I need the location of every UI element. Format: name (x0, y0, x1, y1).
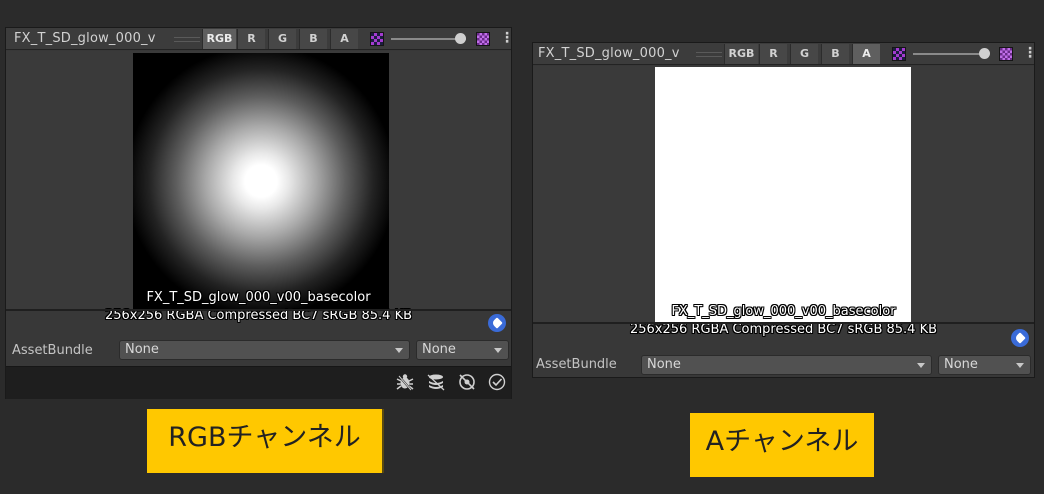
assetbundle-label: AssetBundle (12, 343, 93, 358)
bug-icon[interactable] (395, 372, 415, 392)
channel-r-button[interactable]: R (237, 29, 265, 49)
check-circle-icon[interactable] (487, 372, 507, 392)
preview-divider[interactable] (533, 322, 1034, 324)
channel-a-button[interactable]: A (852, 44, 880, 64)
assetbundle-variant-dropdown[interactable]: None (938, 355, 1031, 375)
assetbundle-label: AssetBundle (536, 357, 617, 372)
layers-icon[interactable] (426, 372, 446, 392)
preview-toolbar: FX_T_SD_glow_000_v RGB R G B A ⋮ (6, 28, 514, 50)
texture-preview-area: FX_T_SD_glow_000_v00_basecolor 256x256 R… (6, 51, 511, 323)
texture-name-label: FX_T_SD_glow_000_v00_basecolor (146, 290, 371, 305)
variant-dropdown-value: None (422, 342, 456, 357)
texture-preview-area: FX_T_SD_glow_000_v00_basecolor 256x256 R… (533, 66, 1034, 337)
drag-grip-icon[interactable] (696, 52, 722, 57)
texture-preview-panel-alpha: FX_T_SD_glow_000_v RGB R G B A ⋮ FX_T_SD… (532, 42, 1037, 378)
mip-slider-knob[interactable] (455, 33, 466, 44)
preview-title: FX_T_SD_glow_000_v (14, 31, 156, 46)
preview-divider[interactable] (6, 309, 511, 311)
mip-large-checker-icon[interactable] (476, 32, 490, 46)
channel-g-button[interactable]: G (268, 29, 296, 49)
dropdown-arrow-icon (494, 348, 502, 353)
preview-title: FX_T_SD_glow_000_v (538, 46, 680, 61)
mip-small-checker-icon[interactable] (370, 32, 384, 46)
channel-rgb-button[interactable]: RGB (724, 44, 758, 64)
status-footer (6, 366, 511, 399)
dropdown-arrow-icon (1016, 363, 1024, 368)
label-tag-icon[interactable] (488, 314, 506, 332)
assetbundle-variant-dropdown[interactable]: None (416, 340, 509, 360)
dropdown-arrow-icon (395, 348, 403, 353)
variant-dropdown-value: None (944, 357, 978, 372)
assetbundle-dropdown[interactable]: None (641, 355, 932, 375)
texture-image-alpha (655, 67, 911, 323)
channel-g-button[interactable]: G (790, 44, 818, 64)
mip-large-checker-icon[interactable] (999, 47, 1013, 61)
preview-toolbar: FX_T_SD_glow_000_v RGB R G B A ⋮ (533, 43, 1037, 65)
channel-b-button[interactable]: B (299, 29, 327, 49)
texture-image-glow (133, 53, 389, 309)
caption-rgb-channel: RGBチャンネル (147, 409, 384, 473)
texture-info-label: 256x256 RGBA Compressed BC7 sRGB 85.4 KB (629, 322, 938, 337)
assetbundle-dropdown[interactable]: None (119, 340, 410, 360)
channel-rgb-button[interactable]: RGB (202, 29, 236, 49)
caption-a-channel: Aチャンネル (690, 413, 874, 477)
more-menu-icon[interactable]: ⋮ (500, 30, 514, 46)
channel-a-button[interactable]: A (330, 29, 358, 49)
label-tag-icon[interactable] (1011, 329, 1029, 347)
texture-name-label: FX_T_SD_glow_000_v00_basecolor (671, 304, 896, 319)
mip-small-checker-icon[interactable] (892, 47, 906, 61)
channel-r-button[interactable]: R (759, 44, 787, 64)
assetbundle-dropdown-value: None (647, 357, 681, 372)
dropdown-arrow-icon (917, 363, 925, 368)
more-menu-icon[interactable]: ⋮ (1023, 45, 1037, 61)
visibility-off-icon[interactable] (457, 372, 477, 392)
channel-b-button[interactable]: B (821, 44, 849, 64)
drag-grip-icon[interactable] (174, 37, 200, 42)
texture-preview-panel-rgb: FX_T_SD_glow_000_v RGB R G B A ⋮ FX_T_SD… (5, 27, 514, 399)
assetbundle-dropdown-value: None (125, 342, 159, 357)
mip-slider-knob[interactable] (979, 48, 990, 59)
mip-slider[interactable] (913, 53, 988, 55)
